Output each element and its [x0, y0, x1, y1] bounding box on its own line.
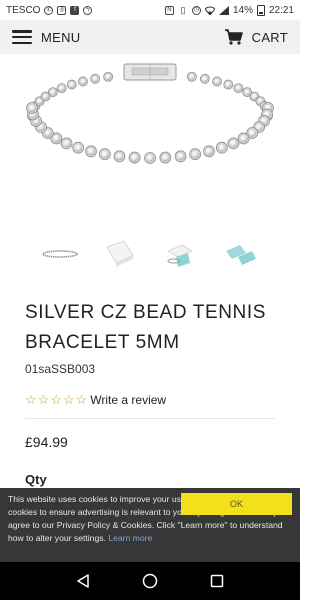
- star-empty-icon: ☆: [37, 392, 50, 407]
- status-bar-right: N ▯ ◷ 14% 22:21: [164, 4, 294, 16]
- rating-row: ☆ ☆ ☆ ☆ ☆ Write a review: [25, 393, 166, 408]
- battery-icon: [256, 4, 265, 16]
- status-bar-left: TESCO ✆ ◎ f ϟ: [6, 4, 93, 16]
- facebook-icon: f: [70, 5, 80, 15]
- bracelet-front-row: [26, 102, 274, 164]
- cookie-banner: This website uses cookies to improve you…: [0, 488, 300, 562]
- quantity-label: Qty: [25, 472, 47, 487]
- signal-icon: [218, 5, 229, 15]
- cart-icon: [224, 29, 243, 45]
- bracelet-image: [26, 63, 274, 164]
- clock: 22:21: [268, 4, 294, 16]
- star-empty-icon: ☆: [75, 392, 88, 407]
- alarm-icon: ◷: [191, 5, 201, 15]
- box-and-bracelet-thumbnail[interactable]: [158, 234, 202, 274]
- cart-button[interactable]: CART: [224, 29, 288, 45]
- carrier-name: TESCO: [6, 4, 41, 16]
- star-empty-icon: ☆: [50, 392, 62, 407]
- cart-label: CART: [251, 29, 288, 45]
- bracelet-thumbnail[interactable]: [38, 234, 82, 274]
- write-review-link[interactable]: Write a review: [90, 393, 166, 407]
- hamburger-icon: [12, 30, 32, 44]
- whatsapp-icon: ✆: [44, 5, 54, 15]
- battery-percent: 14%: [232, 4, 253, 16]
- back-triangle-icon: [77, 574, 90, 588]
- star-rating[interactable]: ☆ ☆ ☆ ☆ ☆: [25, 393, 87, 407]
- gift-box-thumbnail[interactable]: [98, 234, 142, 274]
- site-header: MENU CART: [0, 20, 300, 54]
- home-circle-icon: [142, 573, 158, 589]
- teal-box-thumbnail[interactable]: [218, 234, 262, 274]
- menu-button[interactable]: MENU: [12, 30, 80, 45]
- android-nav-bar: [0, 562, 300, 600]
- status-bar: TESCO ✆ ◎ f ϟ N ▯ ◷ 14% 22:21: [0, 0, 300, 20]
- star-empty-icon: ☆: [62, 392, 75, 407]
- vibrate-icon: ▯: [180, 5, 186, 15]
- thumbnail-strip: [0, 232, 300, 276]
- product-price: £94.99: [25, 434, 68, 450]
- messenger-icon: ϟ: [83, 5, 93, 15]
- product-sku: 01saSSB003: [25, 362, 96, 376]
- nfc-icon: N: [164, 5, 174, 15]
- back-button[interactable]: [72, 570, 94, 592]
- bracelet-clasp: [123, 63, 177, 81]
- learn-more-link[interactable]: Learn more: [108, 533, 152, 543]
- divider: [25, 418, 275, 419]
- star-empty-icon: ☆: [25, 392, 37, 407]
- product-main-image[interactable]: [0, 54, 300, 226]
- cookie-ok-button[interactable]: OK: [181, 493, 292, 515]
- recents-square-icon: [210, 574, 223, 588]
- wifi-icon: [204, 5, 215, 15]
- product-title: SILVER CZ BEAD TENNIS BRACELET 5MM: [25, 302, 267, 353]
- recents-button[interactable]: [206, 570, 228, 592]
- menu-label: MENU: [41, 29, 81, 45]
- home-button[interactable]: [139, 570, 161, 592]
- instagram-icon: ◎: [57, 5, 67, 15]
